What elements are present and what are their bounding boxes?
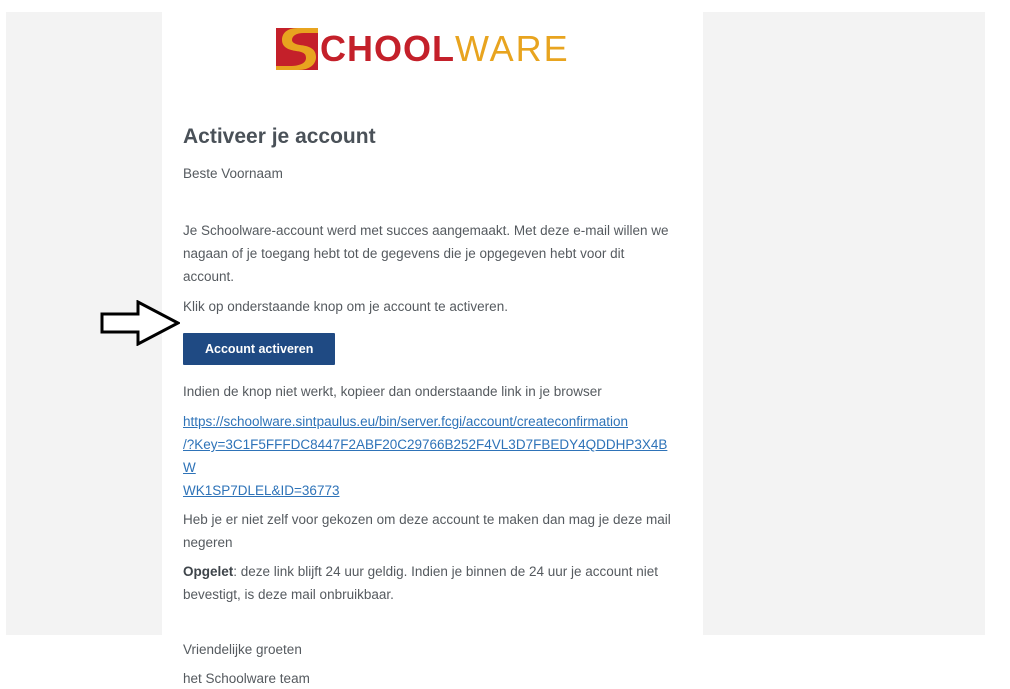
activation-link-line-1[interactable]: https://schoolware.sintpaulus.eu/bin/ser… <box>183 410 678 433</box>
warning-text: Opgelet: deze link blijft 24 uur geldig.… <box>183 560 678 606</box>
right-arrow-icon <box>100 299 182 347</box>
intro-text: Je Schoolware-account werd met succes aa… <box>183 223 669 284</box>
schoolware-s-mark-icon <box>276 28 318 70</box>
ignore-text: Heb je er niet zelf voor gekozen om deze… <box>183 512 671 550</box>
logo-text-strong: CHOOL <box>320 28 455 69</box>
signature-text: het Schoolware team <box>183 671 310 686</box>
email-title: Activeer je account <box>183 125 376 148</box>
warning-label: Opgelet <box>183 564 234 579</box>
activation-link-line-3[interactable]: WK1SP7DLEL&ID=36773 <box>183 479 678 502</box>
fallback-text: Indien de knop niet werkt, kopieer dan o… <box>183 384 602 399</box>
greeting: Beste Voornaam <box>183 166 283 181</box>
activate-account-button[interactable]: Account activeren <box>183 333 336 365</box>
instruction-text: Klik op onderstaande knop om je account … <box>183 299 508 314</box>
closing-text: Vriendelijke groeten <box>183 642 302 657</box>
logo-wordmark: CHOOL WARE <box>320 28 570 70</box>
logo-text-light: WARE <box>455 28 570 69</box>
schoolware-logo: CHOOL WARE <box>276 28 570 70</box>
warning-body: : deze link blijft 24 uur geldig. Indien… <box>183 564 659 602</box>
email-content: Activeer je account Beste Voornaam Je Sc… <box>183 120 678 689</box>
button-row: Account activeren <box>183 333 678 365</box>
activation-link-line-2[interactable]: /?Key=3C1F5FFFDC8447F2ABF20C29766B252F4V… <box>183 433 678 479</box>
activation-link[interactable]: https://schoolware.sintpaulus.eu/bin/ser… <box>183 410 678 502</box>
